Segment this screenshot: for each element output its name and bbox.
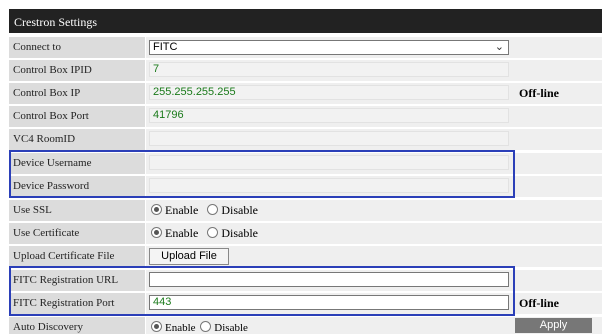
control-box-ipid-input[interactable]: 7: [149, 62, 509, 77]
vc4-roomid-label: VC4 RoomID: [9, 129, 145, 150]
vc4-roomid-input[interactable]: [149, 131, 509, 146]
control-box-port-label: Control Box Port: [9, 106, 145, 127]
use-ssl-radio-group: Enable Disable: [151, 202, 264, 218]
fitc-registration-url-cell: [146, 270, 602, 291]
fitc-registration-url-input[interactable]: [149, 272, 509, 287]
use-certificate-disable-radio[interactable]: [207, 227, 219, 238]
use-certificate-enable-label: Enable: [165, 226, 199, 240]
use-ssl-label: Use SSL: [9, 200, 145, 221]
control-box-ip-label: Control Box IP: [9, 83, 145, 104]
use-ssl-enable-label: Enable: [165, 203, 199, 217]
auto-discovery-label: Auto Discovery: [9, 317, 145, 334]
control-box-ip-input[interactable]: 255.255.255.255: [149, 85, 509, 100]
device-username-label: Device Username: [9, 153, 145, 174]
control-box-ip-status: Off-line: [519, 86, 559, 100]
crestron-settings-panel: Crestron Settings Connect to FITC ⌄ Cont…: [9, 9, 602, 334]
control-box-ipid-label: Control Box IPID: [9, 60, 145, 81]
control-box-ip-cell: 255.255.255.255 Off-line: [146, 83, 602, 104]
upload-file-button[interactable]: Upload File: [149, 248, 229, 265]
row-use-ssl: Use SSL Enable Disable: [9, 200, 602, 222]
auto-discovery-enable-radio[interactable]: [151, 321, 162, 332]
row-control-box-ip: Control Box IP 255.255.255.255 Off-line: [9, 83, 602, 105]
row-connect-to: Connect to FITC ⌄: [9, 37, 602, 59]
use-certificate-label: Use Certificate: [9, 223, 145, 244]
vc4-roomid-cell: [146, 129, 602, 150]
row-control-box-port: Control Box Port 41796: [9, 106, 602, 128]
use-certificate-enable-radio[interactable]: [151, 227, 162, 238]
fitc-registration-port-input[interactable]: 443: [149, 295, 509, 310]
row-fitc-registration-url: FITC Registration URL: [9, 270, 602, 292]
control-box-ipid-cell: 7: [146, 60, 602, 81]
auto-discovery-radio-group: Enable Disable: [151, 320, 248, 334]
use-ssl-cell: Enable Disable: [146, 200, 602, 221]
apply-button[interactable]: Apply: [515, 318, 592, 333]
device-password-label: Device Password: [9, 176, 145, 197]
auto-discovery-enable-label: Enable: [165, 322, 196, 334]
chevron-down-icon: ⌄: [494, 41, 504, 53]
use-certificate-disable-label: Disable: [221, 226, 258, 240]
connect-to-cell: FITC ⌄: [146, 37, 602, 58]
row-use-certificate: Use Certificate Enable Disable: [9, 223, 602, 245]
panel-header: Crestron Settings: [9, 9, 602, 33]
use-ssl-disable-radio[interactable]: [207, 204, 219, 215]
auto-discovery-cell: Enable Disable Apply: [146, 317, 602, 334]
row-vc4-roomid: VC4 RoomID: [9, 129, 602, 151]
row-fitc-registration-port: FITC Registration Port 443 Off-line: [9, 293, 602, 315]
connect-to-label: Connect to: [9, 37, 145, 58]
fitc-registration-port-cell: 443 Off-line: [146, 293, 602, 314]
row-upload-certificate: Upload Certificate File Upload File: [9, 246, 602, 268]
use-ssl-disable-label: Disable: [221, 203, 258, 217]
panel-title: Crestron Settings: [14, 15, 97, 29]
device-username-input[interactable]: [149, 155, 509, 170]
row-device-username: Device Username: [9, 153, 602, 175]
use-certificate-cell: Enable Disable: [146, 223, 602, 244]
connect-to-select[interactable]: FITC ⌄: [149, 40, 509, 55]
device-username-cell: [146, 153, 602, 174]
control-box-port-input[interactable]: 41796: [149, 108, 509, 123]
fitc-registration-port-label: FITC Registration Port: [9, 293, 145, 314]
row-control-box-ipid: Control Box IPID 7: [9, 60, 602, 82]
control-box-port-cell: 41796: [146, 106, 602, 127]
upload-certificate-label: Upload Certificate File: [9, 246, 145, 267]
use-ssl-enable-radio[interactable]: [151, 204, 162, 215]
auto-discovery-disable-label: Disable: [214, 322, 248, 334]
device-password-input[interactable]: [149, 178, 509, 193]
use-certificate-radio-group: Enable Disable: [151, 225, 264, 241]
auto-discovery-disable-radio[interactable]: [200, 321, 212, 332]
connect-to-selected-value: FITC: [153, 41, 178, 53]
fitc-registration-port-status: Off-line: [519, 296, 559, 310]
row-device-password: Device Password: [9, 176, 602, 198]
row-auto-discovery: Auto Discovery Enable Disable Apply: [9, 317, 602, 334]
fitc-registration-url-label: FITC Registration URL: [9, 270, 145, 291]
upload-certificate-cell: Upload File: [146, 246, 602, 267]
device-password-cell: [146, 176, 602, 197]
